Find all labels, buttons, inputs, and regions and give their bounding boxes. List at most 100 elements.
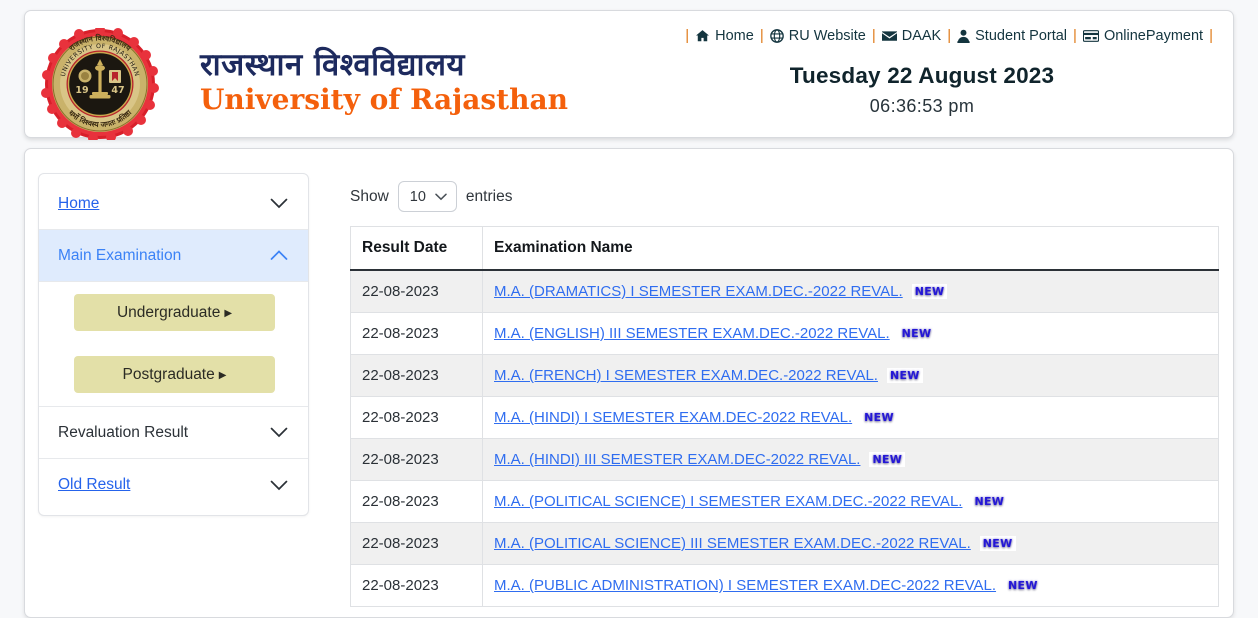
cell-result-date: 22-08-2023: [350, 522, 483, 565]
sidebar-label-old-result: Old Result: [58, 476, 131, 493]
site-title: राजस्थान विश्वविद्यालय University of Raj…: [200, 49, 568, 114]
table-row: 22-08-2023 M.A. (POLITICAL SCIENCE) I SEM…: [350, 480, 1219, 523]
chevron-down-icon: [270, 198, 288, 209]
sidebar-item-main-examination[interactable]: Main Examination: [39, 230, 308, 282]
nav-link-ru-website[interactable]: RU Website: [769, 27, 866, 44]
cell-examination-name: M.A. (POLITICAL SCIENCE) I SEMESTER EXAM…: [482, 480, 1219, 523]
cell-result-date: 22-08-2023: [350, 396, 483, 439]
cell-result-date: 22-08-2023: [350, 438, 483, 481]
user-icon: [957, 29, 970, 43]
nav-label-ru-website: RU Website: [788, 27, 866, 44]
results-table-body: 22-08-2023 M.A. (DRAMATICS) I SEMESTER EX…: [350, 269, 1219, 607]
nav-link-home[interactable]: Home: [695, 28, 754, 44]
sidebar-navigation: Home Main Examination Undergraduate ▶ Pos…: [38, 173, 309, 516]
caret-right-icon: ▶: [218, 370, 227, 381]
sidebar-item-home[interactable]: Home: [39, 178, 308, 230]
top-navigation: | Home | RU Website | DAAK | Student Por…: [679, 27, 1219, 44]
sidebar-submenu-main-examination: Undergraduate ▶ Postgraduate ▶: [39, 282, 308, 407]
new-badge-icon: NEW: [869, 452, 906, 467]
nav-label-home: Home: [715, 27, 754, 44]
chevron-down-icon: [435, 193, 447, 200]
sidebar-button-postgraduate[interactable]: Postgraduate ▶: [74, 356, 275, 393]
current-date: Tuesday 22 August 2023: [789, 63, 1055, 88]
nav-separator: |: [1209, 27, 1213, 44]
envelope-icon: [881, 30, 897, 41]
cell-result-date: 22-08-2023: [350, 480, 483, 523]
table-row: 22-08-2023 M.A. (DRAMATICS) I SEMESTER EX…: [350, 269, 1219, 313]
new-badge-icon: NEW: [1005, 578, 1041, 593]
table-row: 22-08-2023 M.A. (HINDI) III SEMESTER EXAM…: [350, 438, 1219, 481]
column-header-result-date[interactable]: Result Date: [350, 226, 483, 271]
table-row: 22-08-2023 M.A. (ENGLISH) III SEMESTER EX…: [350, 312, 1219, 355]
cell-result-date: 22-08-2023: [350, 564, 483, 607]
sidebar-label-main-examination: Main Examination: [58, 246, 182, 264]
chevron-down-icon: [270, 480, 288, 490]
university-seal-icon: 19 47 UNIVERSITY OF RAJASTHAN राजस्थान व…: [41, 28, 159, 140]
examination-link[interactable]: M.A. (ENGLISH) III SEMESTER EXAM.DEC.-20…: [494, 325, 890, 342]
cell-result-date: 22-08-2023: [350, 269, 483, 313]
globe-icon: [769, 28, 784, 43]
table-length-control: Show 10 entries: [350, 173, 1222, 226]
cell-result-date: 22-08-2023: [350, 354, 483, 397]
sidebar-label-revaluation-result: Revaluation Result: [58, 423, 189, 441]
sidebar-item-old-result[interactable]: Old Result: [39, 459, 308, 511]
nav-separator: |: [1073, 27, 1077, 44]
cell-examination-name: M.A. (HINDI) III SEMESTER EXAM.DEC-2022 …: [482, 438, 1219, 481]
cell-examination-name: M.A. (FRENCH) I SEMESTER EXAM.DEC.-2022 …: [482, 354, 1219, 397]
site-title-hindi: राजस्थान विश्वविद्यालय: [200, 47, 465, 83]
table-row: 22-08-2023 M.A. (PUBLIC ADMINISTRATION) I…: [350, 564, 1219, 607]
cell-examination-name: M.A. (PUBLIC ADMINISTRATION) I SEMESTER …: [482, 564, 1219, 607]
nav-link-online-payment[interactable]: OnlinePayment: [1082, 27, 1204, 44]
caret-right-icon: ▶: [224, 308, 233, 319]
new-badge-icon: NEW: [911, 284, 948, 299]
examination-link[interactable]: M.A. (POLITICAL SCIENCE) III SEMESTER EX…: [494, 535, 971, 552]
credit-card-icon: [1082, 29, 1099, 42]
page-length-value: 10: [409, 188, 426, 205]
chevron-down-icon: [270, 427, 288, 438]
nav-label-student-portal: Student Portal: [975, 27, 1068, 44]
examination-link[interactable]: M.A. (HINDI) I SEMESTER EXAM.DEC-2022 RE…: [494, 409, 852, 426]
examination-link[interactable]: M.A. (POLITICAL SCIENCE) I SEMESTER EXAM…: [494, 493, 962, 510]
table-header-row: Result Date Examination Name: [350, 226, 1219, 271]
main-content-card: Home Main Examination Undergraduate ▶ Pos…: [24, 148, 1234, 618]
cell-examination-name: M.A. (POLITICAL SCIENCE) III SEMESTER EX…: [482, 522, 1219, 565]
nav-label-daak: DAAK: [901, 27, 942, 44]
examination-link[interactable]: M.A. (HINDI) III SEMESTER EXAM.DEC-2022 …: [494, 451, 860, 468]
site-header: 19 47 UNIVERSITY OF RAJASTHAN राजस्थान व…: [24, 10, 1234, 140]
results-table-area: Show 10 entries Result Date Examination …: [350, 173, 1222, 607]
examination-link[interactable]: M.A. (DRAMATICS) I SEMESTER EXAM.DEC.-20…: [494, 283, 903, 300]
table-row: 22-08-2023 M.A. (POLITICAL SCIENCE) III S…: [350, 522, 1219, 565]
examination-link[interactable]: M.A. (FRENCH) I SEMESTER EXAM.DEC.-2022 …: [494, 367, 878, 384]
site-title-english: University of Rajasthan: [200, 82, 568, 116]
svg-text:47: 47: [111, 85, 124, 96]
sidebar-button-undergraduate-label: Undergraduate: [116, 304, 221, 321]
nav-separator: |: [871, 27, 876, 44]
nav-link-daak[interactable]: DAAK: [881, 27, 942, 44]
new-badge-icon: NEW: [861, 410, 897, 425]
column-header-examination-name[interactable]: Examination Name: [482, 226, 1219, 271]
nav-link-student-portal[interactable]: Student Portal: [957, 28, 1067, 44]
university-logo: 19 47 UNIVERSITY OF RAJASTHAN राजस्थान व…: [39, 28, 161, 140]
home-icon: [696, 29, 710, 41]
table-row: 22-08-2023 M.A. (FRENCH) I SEMESTER EXAM.…: [350, 354, 1219, 397]
new-badge-icon: NEW: [979, 536, 1016, 551]
nav-separator: |: [947, 27, 952, 44]
new-badge-icon: NEW: [886, 368, 923, 383]
sidebar-button-undergraduate[interactable]: Undergraduate ▶: [74, 294, 275, 331]
nav-label-online-payment: OnlinePayment: [1103, 27, 1204, 44]
entries-label: entries: [465, 187, 513, 205]
new-badge-icon: NEW: [971, 494, 1008, 509]
nav-separator: |: [759, 27, 764, 44]
sidebar-item-revaluation-result[interactable]: Revaluation Result: [39, 407, 308, 459]
sidebar-button-postgraduate-label: Postgraduate: [122, 366, 215, 383]
datetime-display: Tuesday 22 August 2023 06:36:53 pm: [625, 63, 1219, 117]
examination-link[interactable]: M.A. (PUBLIC ADMINISTRATION) I SEMESTER …: [494, 577, 996, 594]
show-label: Show: [350, 187, 389, 205]
results-table-head: Result Date Examination Name: [350, 226, 1219, 271]
cell-examination-name: M.A. (ENGLISH) III SEMESTER EXAM.DEC.-20…: [482, 312, 1219, 355]
chevron-up-icon: [270, 250, 288, 260]
page-length-select[interactable]: 10: [397, 181, 457, 212]
cell-examination-name: M.A. (HINDI) I SEMESTER EXAM.DEC-2022 RE…: [482, 396, 1219, 439]
table-row: 22-08-2023 M.A. (HINDI) I SEMESTER EXAM.D…: [350, 396, 1219, 439]
cell-result-date: 22-08-2023: [350, 312, 483, 355]
